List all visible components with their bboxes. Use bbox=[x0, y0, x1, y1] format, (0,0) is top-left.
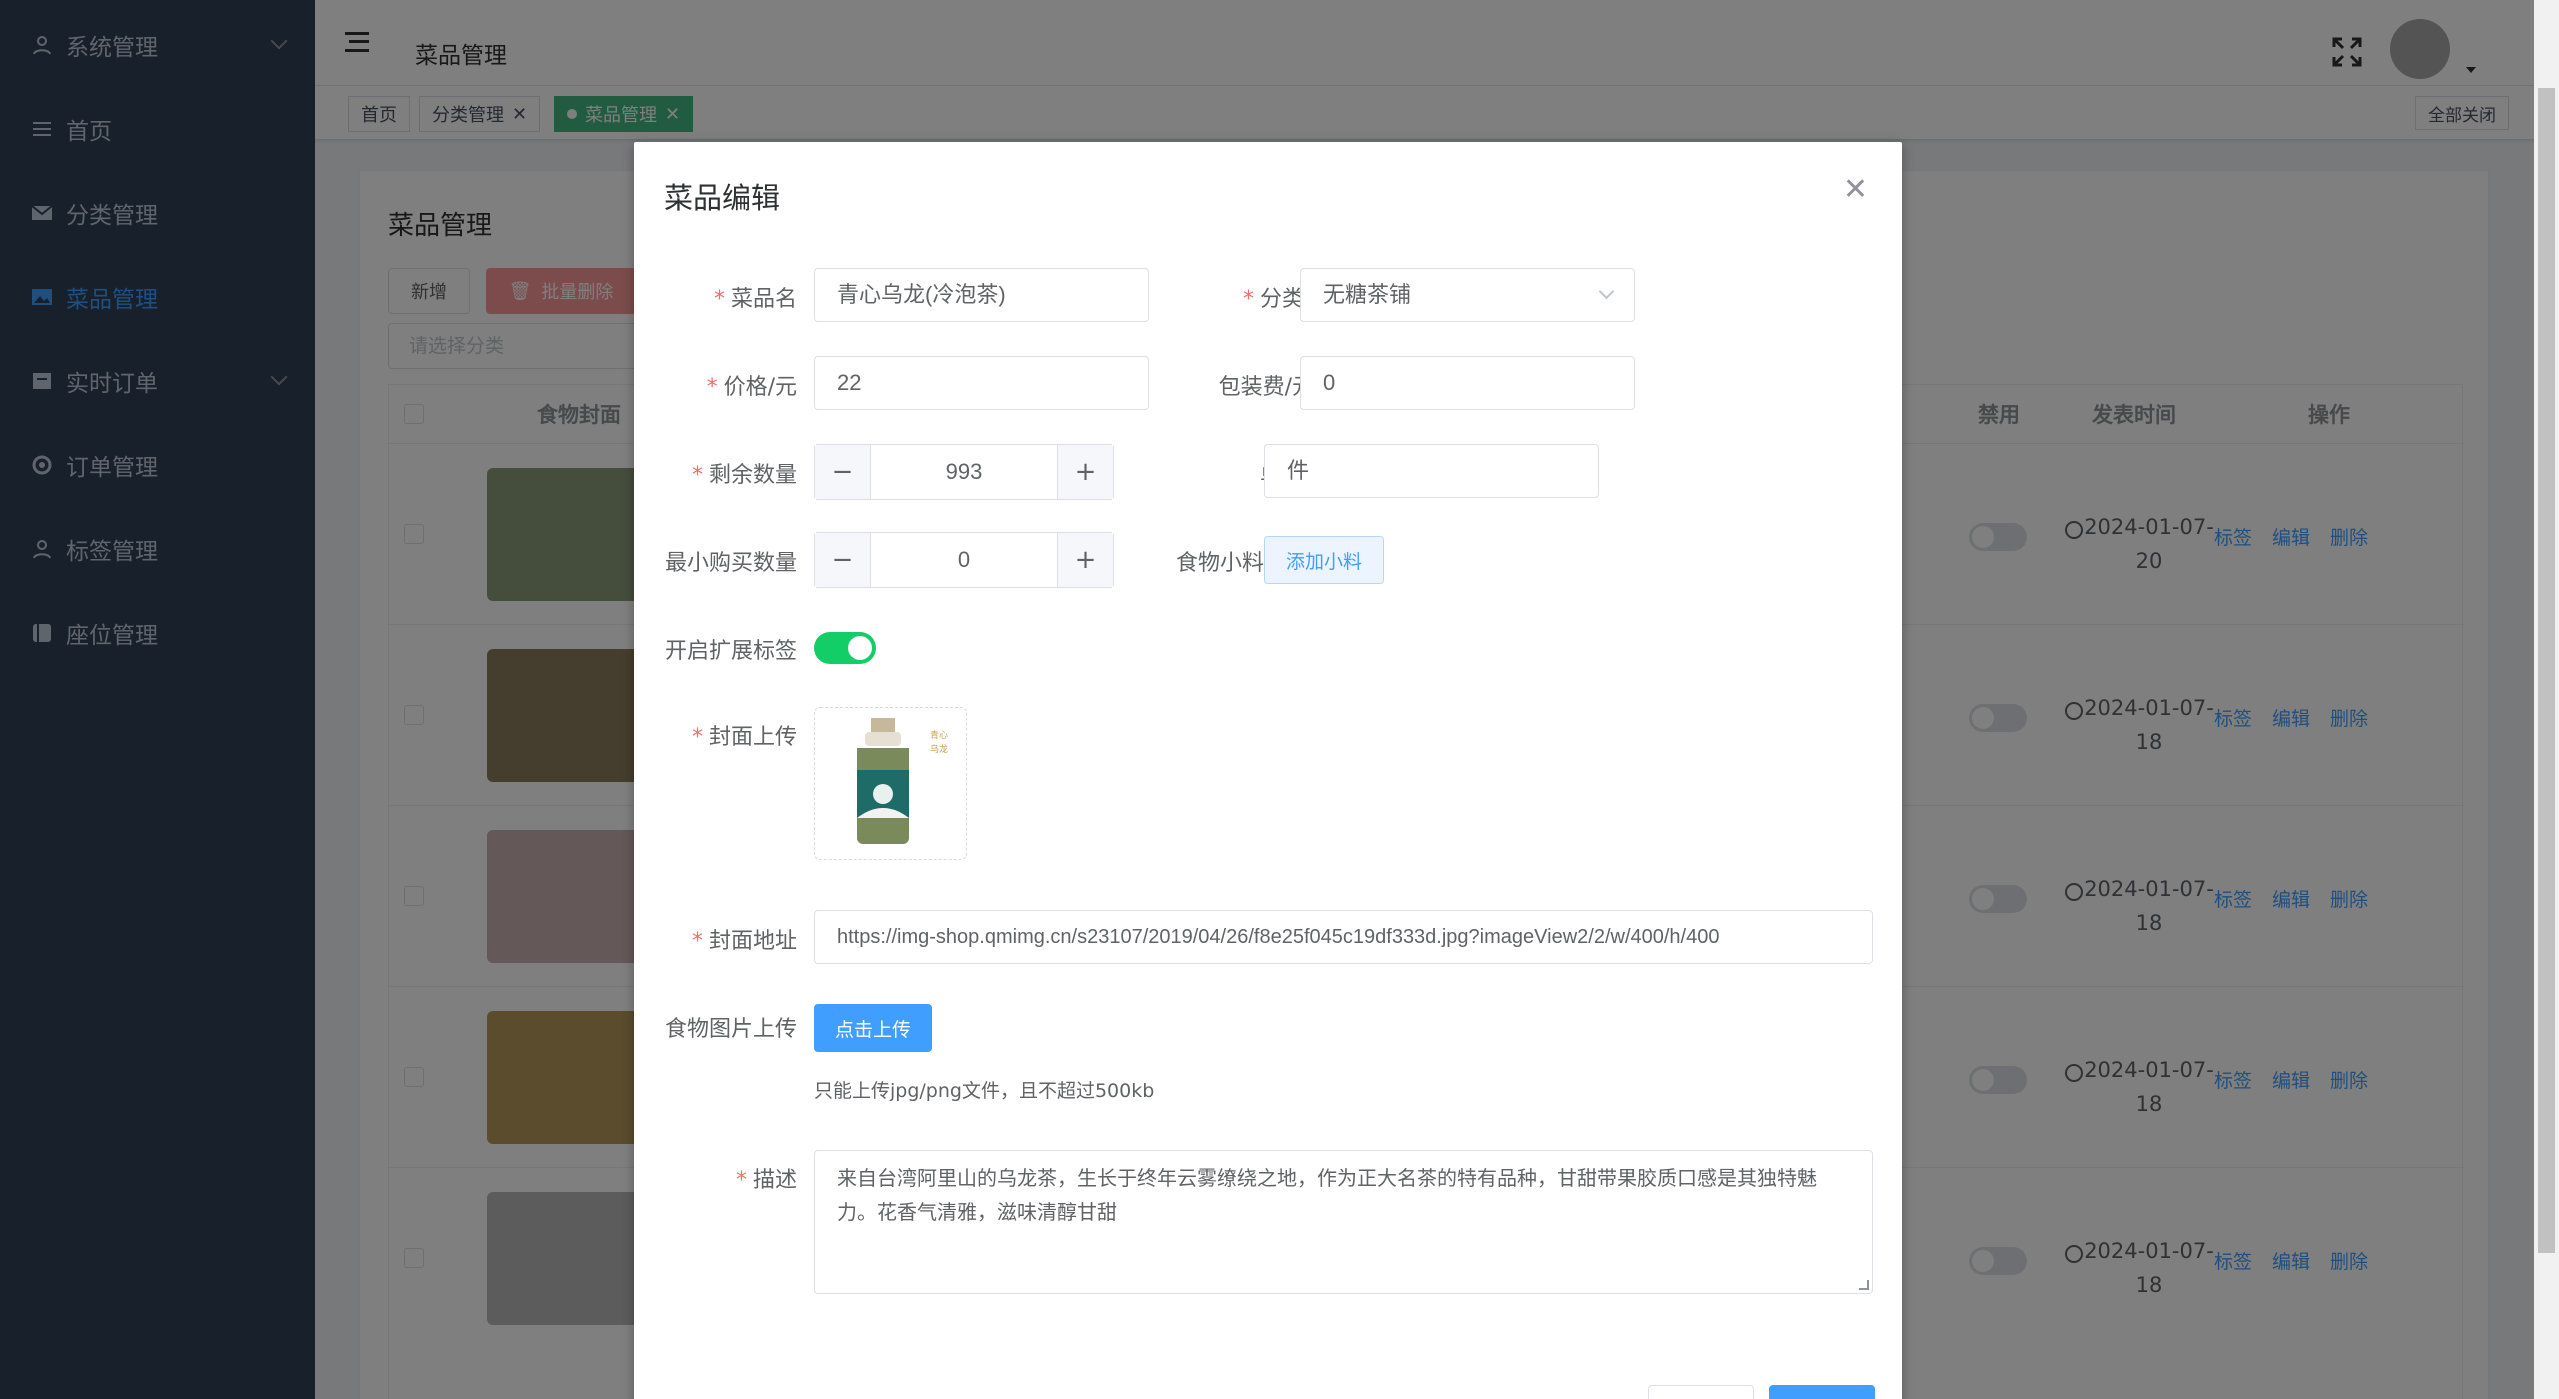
cancel-button[interactable] bbox=[1648, 1385, 1754, 1399]
add-addon-button[interactable]: 添加小料 bbox=[1264, 536, 1384, 584]
upload-button[interactable]: 点击上传 bbox=[814, 1004, 932, 1052]
tea-bottle-image: 青心 乌龙 bbox=[857, 718, 948, 844]
minus-icon[interactable]: − bbox=[815, 533, 871, 587]
svg-text:乌龙: 乌龙 bbox=[930, 743, 948, 755]
category-label: * 分类 bbox=[1242, 287, 1304, 312]
resize-handle-icon[interactable] bbox=[1859, 1280, 1869, 1290]
min-buy-value[interactable]: 0 bbox=[871, 533, 1057, 587]
stock-stepper: − 993 + bbox=[814, 444, 1114, 500]
confirm-button[interactable] bbox=[1769, 1385, 1875, 1399]
svg-text:青心: 青心 bbox=[930, 729, 948, 741]
cover-url-label: * 封面地址 bbox=[691, 929, 797, 954]
plus-icon[interactable]: + bbox=[1057, 533, 1113, 587]
plus-icon[interactable]: + bbox=[1057, 445, 1113, 499]
unit-input[interactable]: 件 bbox=[1264, 444, 1599, 498]
min-buy-stepper: − 0 + bbox=[814, 532, 1114, 588]
price-label: * 价格/元 bbox=[706, 375, 797, 400]
dialog-title: 菜品编辑 bbox=[664, 181, 781, 215]
category-value: 无糖茶铺 bbox=[1323, 282, 1412, 307]
ext-tags-toggle[interactable] bbox=[814, 632, 876, 664]
packing-fee-label: 包装费/元 bbox=[1218, 375, 1314, 400]
stock-value[interactable]: 993 bbox=[871, 445, 1057, 499]
image-upload-label: 食物图片上传 bbox=[664, 1017, 797, 1042]
upload-hint: 只能上传jpg/png文件，且不超过500kb bbox=[814, 1080, 1155, 1102]
price-input[interactable]: 22 bbox=[814, 356, 1149, 410]
minus-icon[interactable]: − bbox=[815, 445, 871, 499]
cover-upload-label: * 封面上传 bbox=[691, 725, 797, 750]
dish-name-label: * 菜品名 bbox=[713, 287, 797, 312]
description-label: * 描述 bbox=[735, 1168, 797, 1193]
page-scrollbar[interactable] bbox=[2534, 0, 2559, 1399]
description-textarea[interactable]: 来自台湾阿里山的乌龙茶，生长于终年云雾缭绕之地，作为正大名茶的特有品种，甘甜带果… bbox=[814, 1150, 1873, 1294]
stock-label: * 剩余数量 bbox=[691, 463, 797, 488]
cover-upload-box[interactable]: 青心 乌龙 bbox=[814, 707, 967, 860]
description-text: 来自台湾阿里山的乌龙茶，生长于终年云雾缭绕之地，作为正大名茶的特有品种，甘甜带果… bbox=[837, 1166, 1817, 1224]
category-select[interactable]: 无糖茶铺 bbox=[1300, 268, 1635, 322]
min-buy-label: 最小购买数量 bbox=[664, 551, 797, 576]
ext-tags-label: 开启扩展标签 bbox=[664, 639, 797, 664]
close-icon[interactable]: ✕ bbox=[1843, 172, 1868, 207]
packing-fee-input[interactable]: 0 bbox=[1300, 356, 1635, 410]
cover-url-input[interactable]: https://img-shop.qmimg.cn/s23107/2019/04… bbox=[814, 910, 1873, 964]
addons-label: 食物小料 bbox=[1175, 551, 1264, 576]
dish-edit-dialog: 菜品编辑 ✕ * 菜品名 青心乌龙(冷泡茶) * 分类 无糖茶铺 * 价格/元 22 … bbox=[634, 142, 1902, 1399]
dish-name-input[interactable]: 青心乌龙(冷泡茶) bbox=[814, 268, 1149, 322]
scrollbar-thumb[interactable] bbox=[2538, 88, 2555, 1253]
chevron-down-icon bbox=[1598, 283, 1615, 300]
